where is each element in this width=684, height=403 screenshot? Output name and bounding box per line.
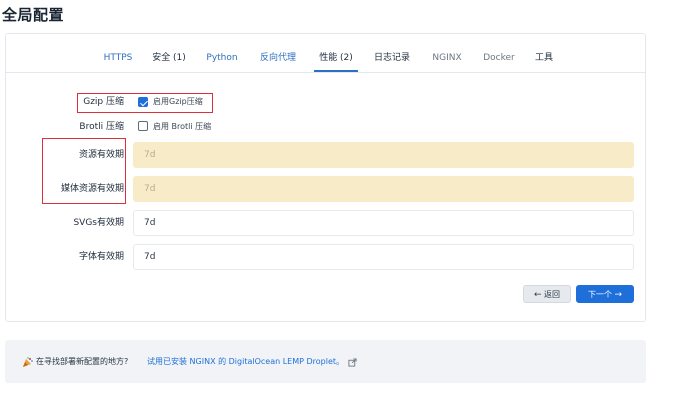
back-button[interactable]: ← 返回 xyxy=(523,285,571,303)
media-expiry-input[interactable]: 7d xyxy=(133,176,634,202)
tab-logging[interactable]: 日志记录 xyxy=(369,51,415,71)
font-expiry-row: 字体有效期 xyxy=(6,244,124,270)
expiry-highlight-box xyxy=(42,138,126,204)
page: 全局配置 HTTPS 安全 (1) Python 反向代理 性能 (2) 日志记… xyxy=(0,0,684,403)
tab-nginx[interactable]: NGINX xyxy=(427,51,467,71)
external-link-icon[interactable] xyxy=(348,358,357,367)
config-card: HTTPS 安全 (1) Python 反向代理 性能 (2) 日志记录 NGI… xyxy=(5,33,646,322)
assets-expiry-input[interactable]: 7d xyxy=(133,142,634,168)
brotli-checkbox[interactable] xyxy=(138,121,148,131)
arrow-left-icon: ← xyxy=(533,290,542,300)
tab-https[interactable]: HTTPS xyxy=(98,51,138,71)
next-button-label: 下一个 xyxy=(587,290,612,299)
font-expiry-label: 字体有效期 xyxy=(78,252,124,262)
page-title: 全局配置 xyxy=(2,6,65,24)
brotli-row: Brotli 压缩 xyxy=(6,114,124,140)
svg-expiry-label: SVGs有效期 xyxy=(73,218,124,228)
tab-docker[interactable]: Docker xyxy=(479,51,519,71)
banner-text: 在寻找部署新配置的地方? xyxy=(36,357,129,366)
tab-reverse-proxy[interactable]: 反向代理 xyxy=(255,51,301,71)
svg-expiry-input[interactable]: 7d xyxy=(133,210,634,236)
tab-bar: HTTPS 安全 (1) Python 反向代理 性能 (2) 日志记录 NGI… xyxy=(6,34,645,73)
brotli-checkbox-label[interactable]: 启用 Brotli 压缩 xyxy=(153,121,211,133)
gzip-highlight-box xyxy=(77,93,213,113)
tab-python[interactable]: Python xyxy=(202,51,242,71)
arrow-right-icon: → xyxy=(614,290,623,300)
font-expiry-input[interactable]: 7d xyxy=(133,244,634,270)
droplet-link[interactable]: 试用已安装 NGINX 的 DigitalOcean LEMP Droplet。 xyxy=(147,355,344,369)
droplet-banner: 在寻找部署新配置的地方? 试用已安装 NGINX 的 DigitalOcean … xyxy=(5,340,646,383)
tab-performance[interactable]: 性能 (2) xyxy=(314,51,358,72)
next-button[interactable]: 下一个 → xyxy=(576,285,634,303)
svg-expiry-row: SVGs有效期 xyxy=(6,210,124,236)
brotli-label: Brotli 压缩 xyxy=(79,122,124,132)
party-popper-icon xyxy=(23,357,33,367)
tab-tools[interactable]: 工具 xyxy=(532,51,556,71)
back-button-label: 返回 xyxy=(544,290,561,299)
tab-security[interactable]: 安全 (1) xyxy=(149,51,189,71)
